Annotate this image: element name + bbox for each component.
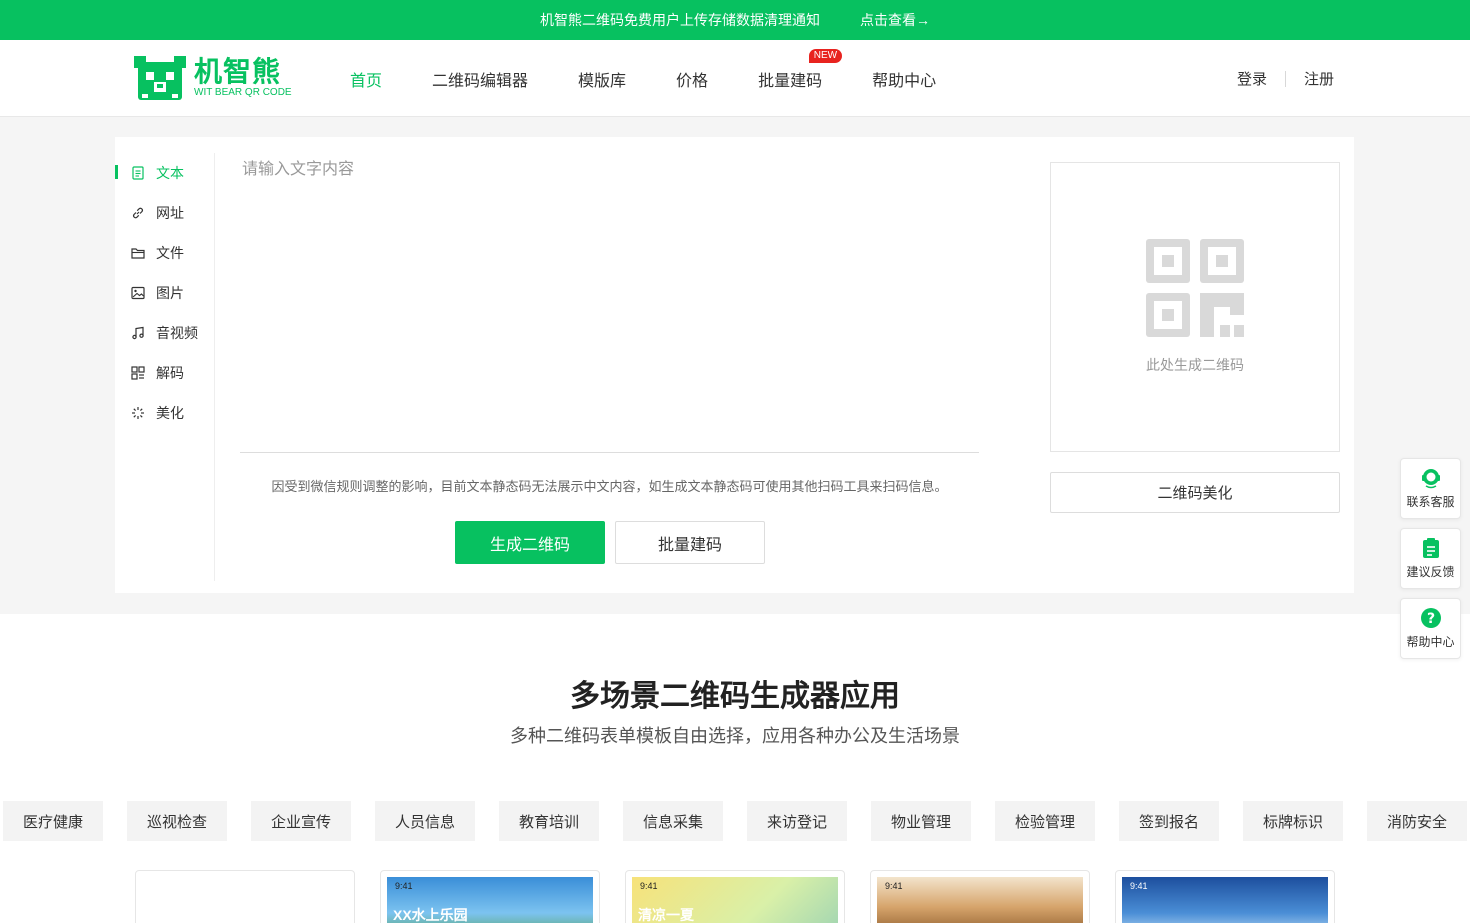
- wechat-notice: 因受到微信规则调整的影响，目前文本静态码无法展示中文内容，如生成文本静态码可使用…: [271, 479, 948, 494]
- generator-panel: 文本 网址 文件 图片 音视频 解码 美化 请输入文字内容 因受到微信规则调整的…: [115, 137, 1354, 593]
- help-center-button[interactable]: ? 帮助中心: [1400, 598, 1461, 659]
- link-icon: [131, 206, 145, 220]
- scene-tag[interactable]: 来访登记: [747, 801, 847, 841]
- sidebar-item-image[interactable]: 图片: [115, 273, 214, 313]
- sidebar-item-label: 网址: [156, 205, 184, 221]
- scene-tag[interactable]: 医疗健康: [3, 801, 103, 841]
- music-icon: [131, 326, 145, 340]
- nav-home[interactable]: 首页: [350, 67, 382, 91]
- qr-placeholder-icon: [1146, 239, 1244, 337]
- sidebar-item-file[interactable]: 文件: [115, 233, 214, 273]
- logo[interactable]: 机智熊 WIT BEAR QR CODE: [134, 54, 292, 102]
- nav-batch[interactable]: 批量建码 NEW: [758, 48, 843, 91]
- section-subtitle: 多种二维码表单模板自由选择，应用各种办公及生活场景: [510, 726, 960, 746]
- brand-name: 机智熊: [194, 56, 282, 87]
- sidebar-item-label: 文件: [156, 245, 184, 261]
- brand-subtitle: WIT BEAR QR CODE: [194, 87, 292, 98]
- generate-qr-button[interactable]: 生成二维码: [455, 521, 605, 564]
- template-caption: 清凉一夏: [638, 907, 694, 923]
- text-input[interactable]: [240, 153, 979, 452]
- scene-tag[interactable]: 巡视检查: [127, 801, 227, 841]
- scene-tags: 医疗健康 巡视检查 企业宣传 人员信息 教育培训 信息采集 来访登记 物业管理 …: [3, 801, 1470, 841]
- image-icon: [131, 286, 145, 300]
- scene-tag[interactable]: 物业管理: [871, 801, 971, 841]
- document-icon: [131, 166, 145, 180]
- header: 机智熊 WIT BEAR QR CODE 首页 二维码编辑器 模版库 价格 批量…: [0, 40, 1470, 117]
- headset-icon: [1421, 469, 1440, 489]
- help-icon: ?: [1420, 608, 1441, 628]
- announcement-text: 机智熊二维码免费用户上传存储数据清理通知: [540, 12, 820, 28]
- scene-tag[interactable]: 企业宣传: [251, 801, 351, 841]
- nav-pricing[interactable]: 价格: [676, 67, 708, 91]
- clipboard-icon: [1422, 538, 1439, 558]
- type-sidebar: 文本 网址 文件 图片 音视频 解码 美化: [115, 153, 215, 581]
- new-badge: NEW: [808, 48, 843, 63]
- section-title: 多场景二维码生成器应用: [570, 680, 900, 713]
- qr-beautify-button[interactable]: 二维码美化: [1050, 472, 1340, 513]
- template-cards: 9:41 XX水上乐园 9:41 清凉一夏 9:41 9:41: [135, 870, 1360, 923]
- phone-time: 9:41: [1130, 881, 1148, 891]
- sidebar-item-url[interactable]: 网址: [115, 193, 214, 233]
- sidebar-item-media[interactable]: 音视频: [115, 313, 214, 353]
- qr-preview-box: 此处生成二维码: [1050, 162, 1340, 452]
- announcement-link[interactable]: 点击查看→: [860, 10, 930, 30]
- sidebar-item-label: 解码: [156, 365, 184, 381]
- scene-tag[interactable]: 信息采集: [623, 801, 723, 841]
- qr-placeholder-text: 此处生成二维码: [1146, 357, 1244, 373]
- feedback-button[interactable]: 建议反馈: [1400, 528, 1461, 589]
- sidebar-item-label: 美化: [156, 405, 184, 421]
- template-caption: XX水上乐园: [393, 907, 468, 923]
- nav-templates[interactable]: 模版库: [578, 67, 626, 91]
- template-card[interactable]: [135, 870, 355, 923]
- contact-support-button[interactable]: 联系客服: [1400, 458, 1461, 519]
- register-link[interactable]: 注册: [1304, 68, 1334, 89]
- scene-tag[interactable]: 签到报名: [1119, 801, 1219, 841]
- template-card[interactable]: 9:41 XX水上乐园: [380, 870, 600, 923]
- folder-icon: [131, 246, 145, 260]
- auth-links: 登录 注册: [1237, 40, 1334, 117]
- sidebar-item-beautify[interactable]: 美化: [115, 393, 214, 433]
- sidebar-item-text[interactable]: 文本: [115, 153, 214, 193]
- template-thumbnail: [877, 877, 1083, 923]
- nav-qr-editor[interactable]: 二维码编辑器: [432, 67, 528, 91]
- scene-tag[interactable]: 教育培训: [499, 801, 599, 841]
- template-card[interactable]: 9:41 清凉一夏: [625, 870, 845, 923]
- scan-icon: [131, 366, 145, 380]
- sidebar-item-label: 音视频: [156, 325, 198, 341]
- nav-help[interactable]: 帮助中心: [872, 67, 936, 91]
- batch-create-button[interactable]: 批量建码: [615, 521, 765, 564]
- main-nav: 首页 二维码编辑器 模版库 价格 批量建码 NEW 帮助中心: [350, 40, 986, 117]
- bear-logo-icon: [134, 56, 186, 100]
- scene-tag[interactable]: 标牌标识: [1243, 801, 1343, 841]
- login-link[interactable]: 登录: [1237, 68, 1267, 89]
- template-thumbnail: [1122, 877, 1328, 923]
- announcement-bar: 机智熊二维码免费用户上传存储数据清理通知 点击查看→: [0, 0, 1470, 40]
- float-tool-label: 帮助中心: [1406, 635, 1455, 649]
- template-card[interactable]: 9:41: [1115, 870, 1335, 923]
- sparkle-icon: [131, 406, 145, 420]
- float-tool-label: 建议反馈: [1406, 565, 1455, 579]
- phone-time: 9:41: [640, 881, 658, 891]
- float-tool-label: 联系客服: [1406, 495, 1455, 509]
- sidebar-item-label: 文本: [156, 165, 184, 181]
- scene-tag[interactable]: 人员信息: [375, 801, 475, 841]
- scene-tag[interactable]: 检验管理: [995, 801, 1095, 841]
- phone-time: 9:41: [395, 881, 413, 891]
- nav-batch-label: 批量建码: [758, 72, 823, 90]
- auth-divider: [1284, 70, 1286, 87]
- phone-time: 9:41: [885, 881, 903, 891]
- sidebar-item-label: 图片: [156, 285, 184, 301]
- template-card[interactable]: 9:41: [870, 870, 1090, 923]
- sidebar-item-decode[interactable]: 解码: [115, 353, 214, 393]
- text-editor: [240, 153, 979, 453]
- scene-tag[interactable]: 消防安全: [1367, 801, 1467, 841]
- svg-text:?: ?: [1426, 611, 1434, 627]
